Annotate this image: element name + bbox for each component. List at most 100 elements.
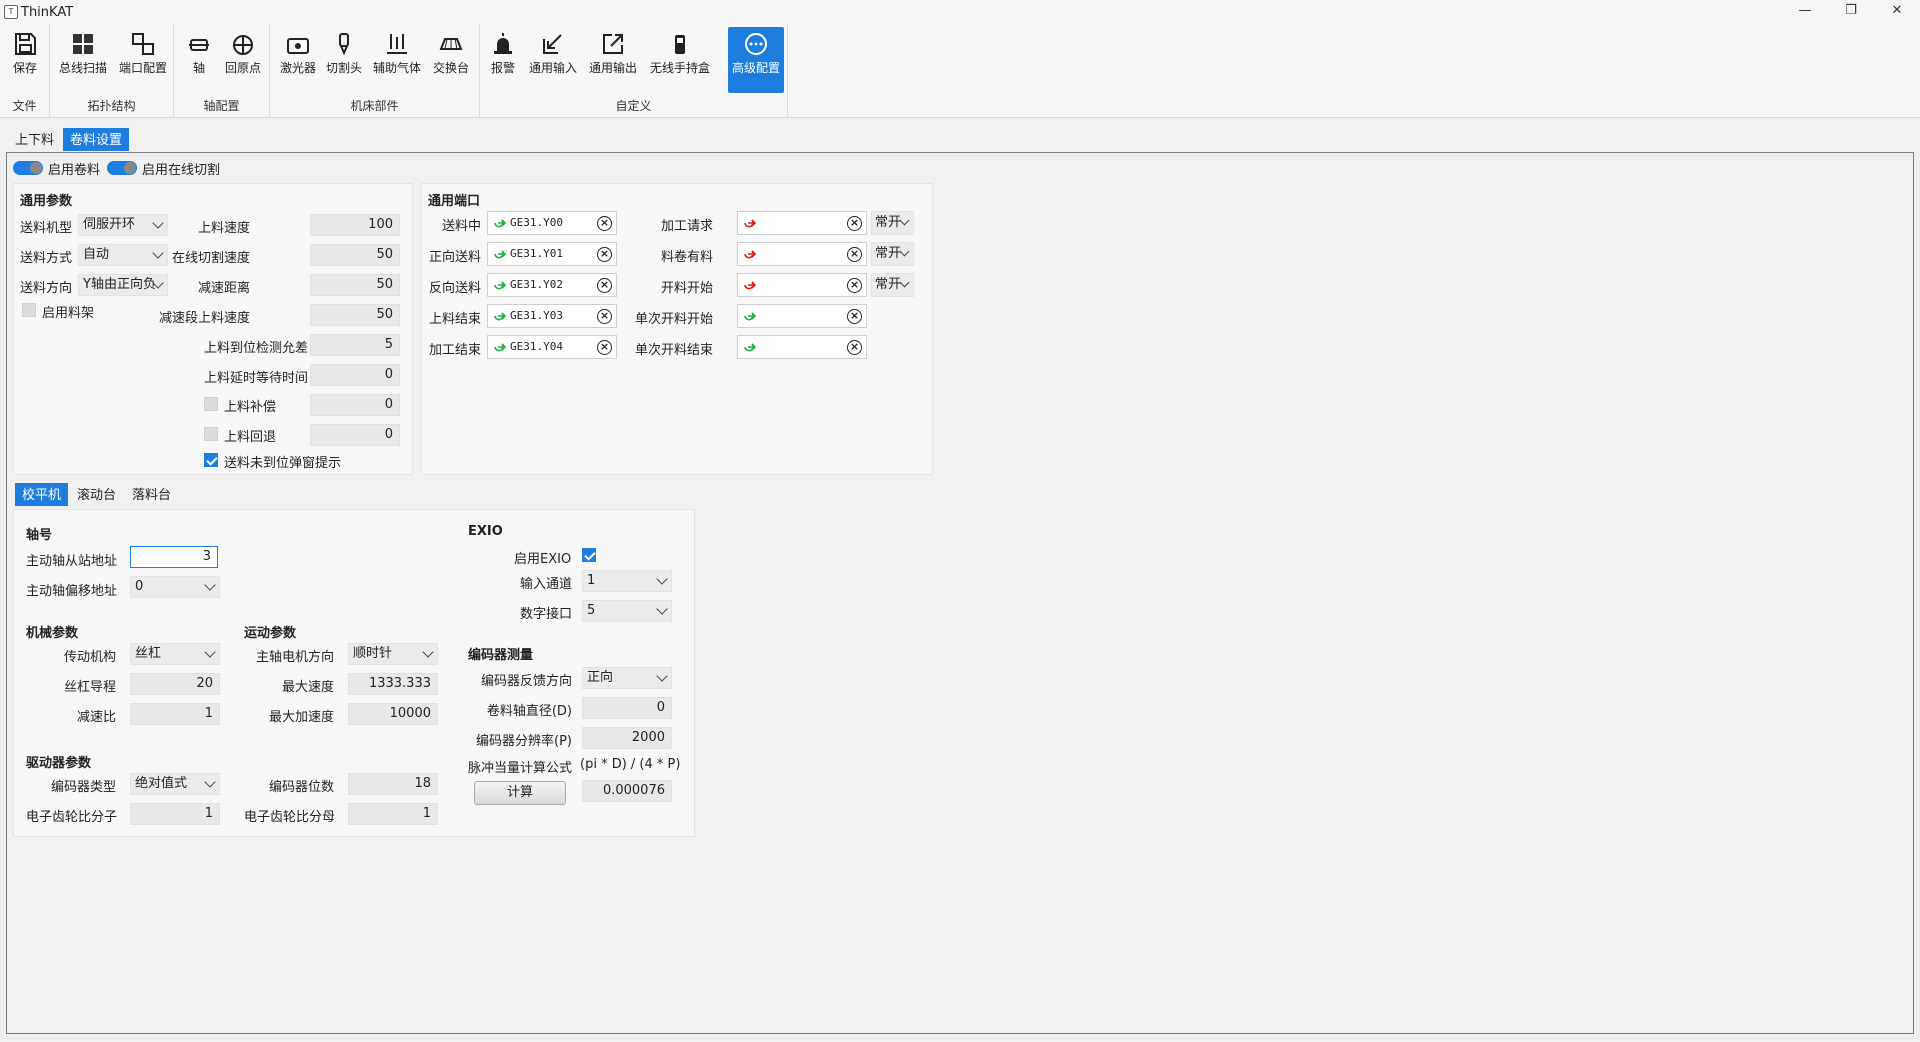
port-config-button[interactable]: 端口配置 [114, 27, 172, 89]
minimize-button[interactable]: — [1782, 0, 1828, 24]
online-speed-label: 在线切割速度 [171, 251, 250, 266]
laser-button[interactable]: 激光器 [276, 27, 320, 89]
offset-select[interactable]: 0 [130, 576, 220, 598]
tab-roller[interactable]: 滚动台 [70, 483, 123, 506]
ratio-input[interactable]: 1 [130, 703, 220, 725]
clear-icon[interactable]: × [597, 309, 612, 324]
leveler-panel: 轴号 主动轴从站地址 3 主动轴偏移地址 0 机械参数 传动机构 丝杠 丝杠导程… [13, 509, 695, 837]
retract-checkbox[interactable] [204, 427, 218, 441]
den-label: 电子齿轮比分母 [244, 810, 336, 825]
restore-button[interactable]: ❐ [1828, 0, 1874, 24]
slave-input[interactable]: 3 [130, 546, 218, 568]
output-port-icon [744, 343, 756, 352]
res-input[interactable]: 2000 [582, 727, 672, 749]
slave-label: 主动轴从站地址 [26, 554, 118, 569]
clear-icon[interactable]: × [597, 247, 612, 262]
axis-icon [189, 39, 209, 51]
load-speed-label: 上料速度 [197, 221, 250, 236]
toggle-enable-online-cut[interactable]: 启用在线切割 [107, 160, 220, 178]
clear-icon[interactable]: × [847, 247, 862, 262]
port-field[interactable]: GE31.Y04 × [487, 335, 617, 359]
popup-checkbox[interactable] [204, 453, 218, 467]
decel-speed-input[interactable]: 50 [310, 304, 400, 326]
clear-icon[interactable]: × [847, 340, 862, 355]
diam-input[interactable]: 0 [582, 697, 672, 719]
den-input[interactable]: 1 [348, 803, 438, 825]
port-field[interactable]: × [737, 242, 867, 266]
handheld-button[interactable]: 无线手持盒 [644, 27, 716, 89]
port-field[interactable]: × [737, 335, 867, 359]
axis-button[interactable]: 轴 [180, 27, 218, 89]
tab-unload[interactable]: 落料台 [125, 483, 178, 506]
chevron-down-icon [204, 579, 216, 591]
output-port-icon [494, 219, 506, 228]
comp-checkbox[interactable] [204, 397, 218, 411]
tab-loading[interactable]: 上下料 [8, 128, 61, 151]
amax-input[interactable]: 10000 [348, 703, 438, 725]
output-port-icon [494, 250, 506, 259]
tol-input[interactable]: 5 [310, 334, 400, 356]
port-mode-select[interactable]: 常开 [871, 242, 914, 266]
trans-select[interactable]: 丝杠 [130, 643, 220, 665]
tab-coil-settings[interactable]: 卷料设置 [63, 128, 130, 151]
num-label: 电子齿轮比分子 [26, 810, 118, 825]
cutting-head-button[interactable]: 切割头 [322, 27, 366, 89]
enc-dir-select[interactable]: 正向 [582, 667, 672, 689]
gas-button[interactable]: 辅助气体 [368, 27, 426, 89]
general-output-button[interactable]: 通用输出 [584, 27, 642, 89]
decel-dist-input[interactable]: 50 [310, 274, 400, 296]
port-field[interactable]: GE31.Y01 × [487, 242, 617, 266]
port-value: GE31.Y03 [510, 309, 563, 322]
clear-icon[interactable]: × [847, 278, 862, 293]
home-button[interactable]: 回原点 [220, 27, 266, 89]
lead-input[interactable]: 20 [130, 673, 220, 695]
save-button[interactable]: 保存 [4, 27, 46, 89]
port-label: 加工结束 [428, 343, 481, 358]
clear-icon[interactable]: × [847, 216, 862, 231]
comp-input[interactable]: 0 [310, 394, 400, 416]
clear-icon[interactable]: × [597, 278, 612, 293]
toggle-enable-coil[interactable]: 启用卷料 [13, 160, 100, 178]
load-speed-input[interactable]: 100 [310, 214, 400, 236]
port-value: GE31.Y02 [510, 278, 563, 291]
enc-bits-input[interactable]: 18 [348, 773, 438, 795]
delay-input[interactable]: 0 [310, 364, 400, 386]
output-port-icon [494, 343, 506, 352]
port-mode-select[interactable]: 常开 [871, 211, 914, 235]
motor-dir-select[interactable]: 顺时针 [348, 643, 438, 665]
port-mode-select[interactable]: 常开 [871, 273, 914, 297]
cutting-head-icon [339, 33, 349, 56]
clear-icon[interactable]: × [597, 216, 612, 231]
close-button[interactable]: ✕ [1874, 0, 1920, 24]
clear-icon[interactable]: × [847, 309, 862, 324]
chevron-down-icon [899, 277, 910, 288]
port-value: GE31.Y04 [510, 340, 563, 353]
clear-icon[interactable]: × [597, 340, 612, 355]
port-field[interactable]: GE31.Y00 × [487, 211, 617, 235]
tab-leveler[interactable]: 校平机 [15, 483, 69, 506]
alarm-button[interactable]: 报警 [484, 27, 522, 89]
toggle-switch[interactable] [13, 161, 43, 175]
advanced-config-button[interactable]: 高级配置 [728, 27, 784, 93]
bus-scan-button[interactable]: 总线扫描 [54, 27, 112, 89]
enable-exio-checkbox[interactable] [582, 548, 596, 562]
enable-rack-checkbox[interactable] [22, 303, 36, 317]
port-field[interactable]: × [737, 273, 867, 297]
channel-select[interactable]: 1 [582, 570, 672, 592]
port-value: GE31.Y00 [510, 216, 563, 229]
enc-type-select[interactable]: 绝对值式 [130, 773, 220, 795]
exchange-table-button[interactable]: 交换台 [428, 27, 474, 89]
exio-title: EXIO [468, 524, 503, 539]
port-field[interactable]: GE31.Y02 × [487, 273, 617, 297]
port-field[interactable]: GE31.Y03 × [487, 304, 617, 328]
online-speed-input[interactable]: 50 [310, 244, 400, 266]
toggle-switch[interactable] [107, 161, 137, 175]
retract-input[interactable]: 0 [310, 424, 400, 446]
calc-button[interactable]: 计算 [474, 781, 566, 805]
vmax-input[interactable]: 1333.333 [348, 673, 438, 695]
port-field[interactable]: × [737, 211, 867, 235]
port-field[interactable]: × [737, 304, 867, 328]
port-select[interactable]: 5 [582, 600, 672, 622]
general-input-button[interactable]: 通用输入 [524, 27, 582, 89]
num-input[interactable]: 1 [130, 803, 220, 825]
